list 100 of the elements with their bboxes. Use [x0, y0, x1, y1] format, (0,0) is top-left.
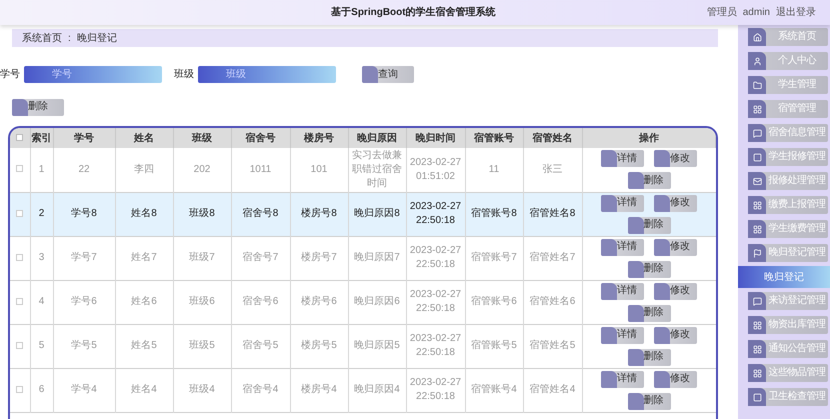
- column-header: 姓名: [134, 132, 154, 144]
- row-action-button[interactable]: 修改: [654, 194, 697, 212]
- home-icon: [752, 32, 762, 42]
- table-cell: 5: [30, 324, 53, 368]
- table-cell: 3: [30, 236, 53, 280]
- column-header: 索引: [32, 132, 52, 144]
- square-icon: [752, 152, 762, 162]
- flag-icon: [752, 248, 762, 258]
- table-cell: 2023-02-27 22:50:18: [406, 368, 465, 412]
- row-action-button[interactable]: 删除: [628, 348, 670, 366]
- row-checkbox[interactable]: [16, 210, 24, 216]
- table-cell: 宿管账号8: [465, 192, 523, 236]
- search-field[interactable]: 学号: [24, 66, 162, 83]
- row-action-button[interactable]: 详情: [601, 326, 644, 344]
- column-header: 楼房号: [304, 132, 334, 144]
- table-cell: 楼房号6: [290, 280, 348, 324]
- row-action-button[interactable]: 修改: [654, 238, 697, 256]
- column-header: 晚归时间: [416, 132, 456, 144]
- row-checkbox[interactable]: [16, 342, 24, 348]
- table-row[interactable]: 4 学号6 姓名6 班级6 宿舍号6 楼房号6 晚归原因6 2023-02-27 22:50:18 宿管账号6 宿管姓名6 详情 修改 删除: [10, 280, 716, 324]
- breadcrumb-current: 晚归登记: [76, 32, 117, 46]
- table-cell: 1011: [231, 148, 290, 192]
- table-cell: 宿管账号6: [465, 280, 523, 324]
- row-action-button[interactable]: 删除: [628, 260, 670, 278]
- breadcrumb-separator: :: [68, 32, 71, 46]
- table-cell: 1: [30, 148, 53, 192]
- row-action-button[interactable]: 修改: [654, 326, 697, 344]
- row-checkbox[interactable]: [16, 165, 24, 172]
- table-cell: 姓名4: [115, 368, 173, 412]
- table-cell: 101: [290, 148, 348, 192]
- table-cell: 202: [173, 148, 231, 192]
- table-cell: 学号6: [53, 280, 115, 324]
- table-row[interactable]: 2 学号8 姓名8 班级8 宿舍号8 楼房号8 晚归原因8 2023-02-27 22:50:18 宿管账号8 宿管姓名8 详情 修改 删除: [10, 192, 716, 236]
- column-header: 晚归原因: [357, 132, 397, 144]
- table-cell: 班级7: [173, 236, 231, 280]
- chat-bubble-icon: [752, 128, 762, 138]
- table-cell: 学号7: [53, 236, 115, 280]
- table-cell: 晚归原因7: [348, 236, 406, 280]
- table-cell: 22: [53, 148, 115, 192]
- row-action-button[interactable]: 修改: [654, 370, 697, 388]
- table-cell: 班级4: [173, 368, 231, 412]
- row-action-button[interactable]: 修改: [654, 282, 697, 300]
- table-cell: 2023-02-27 22:50:18: [406, 324, 465, 368]
- row-action-button[interactable]: 详情: [601, 282, 644, 300]
- search-field[interactable]: 班级: [198, 66, 336, 83]
- table-row[interactable]: 6 学号4 姓名4 班级4 宿舍号4 楼房号4 晚归原因4 2023-02-27 22:50:18 宿管账号4 宿管姓名4 详情 修改 删除: [10, 368, 716, 412]
- table-cell: 6: [30, 368, 53, 412]
- table-cell: 2023-02-27 22:50:18: [406, 236, 465, 280]
- logout-link[interactable]: 退出登录: [776, 5, 816, 20]
- table-cell: 楼房号5: [290, 324, 348, 368]
- square-icon: [752, 392, 762, 402]
- table-cell: 楼房号7: [290, 236, 348, 280]
- row-action-button[interactable]: 删除: [628, 304, 670, 322]
- table-cell: 晚归原因4: [348, 368, 406, 412]
- table-cell: 学号5: [53, 324, 115, 368]
- select-all-checkbox[interactable]: [16, 134, 24, 140]
- table-cell: 宿舍号4: [231, 368, 290, 412]
- table-cell: 姓名7: [115, 236, 173, 280]
- row-checkbox[interactable]: [16, 254, 24, 260]
- table-cell: 宿舍号8: [231, 192, 290, 236]
- table-cell: 宿管姓名7: [523, 236, 582, 280]
- table-cell: 4: [30, 280, 53, 324]
- row-checkbox[interactable]: [16, 386, 24, 392]
- search-label: 班级: [174, 68, 194, 82]
- row-checkbox[interactable]: [16, 298, 24, 304]
- table-cell: 宿舍号7: [231, 236, 290, 280]
- table-cell: 姓名6: [115, 280, 173, 324]
- table-cell: 实习去做兼职错过宿舍时间: [348, 148, 406, 192]
- row-action-button[interactable]: 删除: [628, 392, 670, 410]
- search-label: 学号: [0, 68, 20, 82]
- table-cell: 宿管姓名5: [523, 324, 582, 368]
- row-action-button[interactable]: 删除: [628, 216, 670, 234]
- table-cell: 宿舍号5: [231, 324, 290, 368]
- column-header: 宿管账号: [474, 132, 514, 144]
- envelope-icon: [752, 176, 762, 186]
- row-action-button[interactable]: 修改: [654, 150, 697, 168]
- row-action-button[interactable]: 详情: [601, 238, 644, 256]
- table-row[interactable]: 3 学号7 姓名7 班级7 宿舍号7 楼房号7 晚归原因7 2023-02-27 22:50:18 宿管账号7 宿管姓名7 详情 修改 删除: [10, 236, 716, 280]
- table-row[interactable]: 5 学号5 姓名5 班级5 宿舍号5 楼房号5 晚归原因5 2023-02-27 22:50:18 宿管账号5 宿管姓名5 详情 修改 删除: [10, 324, 716, 368]
- user-icon: [752, 56, 762, 66]
- table-cell: 2023-02-27 01:51:02: [406, 148, 465, 192]
- query-button[interactable]: 查询: [362, 66, 414, 83]
- table-cell: 班级6: [173, 280, 231, 324]
- table-cell: 宿管账号4: [465, 368, 523, 412]
- app-title: 基于SpringBoot的学生宿舍管理系统: [331, 5, 496, 20]
- table-cell: 姓名8: [115, 192, 173, 236]
- username: admin: [742, 6, 770, 20]
- delete-button[interactable]: 删除: [12, 98, 64, 116]
- grid-icon: [752, 104, 762, 114]
- row-action-button[interactable]: 详情: [601, 370, 644, 388]
- table-cell: 晚归原因6: [348, 280, 406, 324]
- row-action-button[interactable]: 删除: [628, 172, 670, 190]
- chat-bubble-icon: [752, 296, 762, 306]
- column-header: 学号: [74, 132, 94, 144]
- grid-icon: [752, 368, 762, 378]
- table-cell: 李四: [115, 148, 173, 192]
- table-cell: 学号4: [53, 368, 115, 412]
- row-action-button[interactable]: 详情: [601, 194, 644, 212]
- row-action-button[interactable]: 详情: [601, 150, 644, 168]
- breadcrumb-home-link[interactable]: 系统首页: [22, 30, 62, 46]
